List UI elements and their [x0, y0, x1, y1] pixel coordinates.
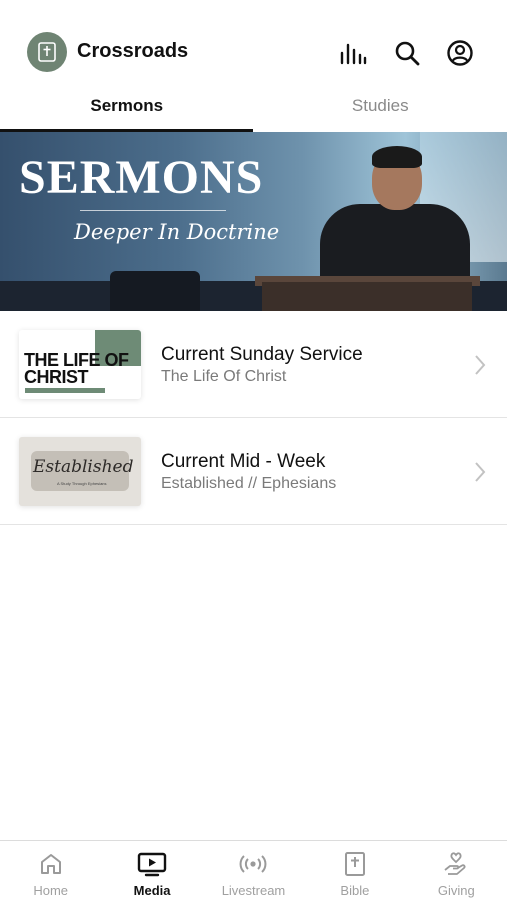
bottom-tab-bar: Home Media Livestream Bible Giving — [0, 840, 507, 900]
series-thumbnail: Established A Study Through Ephesians — [19, 437, 141, 506]
list-item-title: Current Sunday Service — [161, 344, 363, 365]
bible-logo-icon — [38, 42, 56, 62]
media-icon — [137, 852, 167, 877]
chevron-right-icon — [475, 355, 486, 375]
banner-subtitle: Deeper In Doctrine — [74, 220, 280, 244]
tabbar-item-bible[interactable]: Bible — [304, 841, 405, 900]
sermons-banner[interactable]: SERMONS Deeper In Doctrine — [0, 132, 507, 311]
banner-piano — [110, 271, 200, 311]
app-title: Crossroads — [77, 40, 189, 62]
livestream-icon — [240, 855, 267, 873]
sermon-list: THE LIFE OF CHRIST Current Sunday Servic… — [0, 311, 507, 525]
church-logo[interactable] — [27, 32, 67, 72]
series-thumbnail: THE LIFE OF CHRIST — [19, 330, 141, 399]
list-item[interactable]: Established A Study Through Ephesians Cu… — [0, 418, 507, 525]
list-item-subtitle: Established // Ephesians — [161, 475, 337, 492]
home-icon — [40, 854, 61, 874]
tab-sermons-label: Sermons — [90, 96, 164, 115]
tabbar-label: Bible — [340, 883, 370, 898]
bar-chart-icon[interactable] — [338, 38, 368, 68]
app-header: Crossroads — [0, 0, 507, 86]
giving-icon — [444, 852, 466, 875]
banner-title: SERMONS — [19, 151, 264, 204]
tabbar-label: Media — [133, 883, 171, 898]
tab-studies[interactable]: Studies — [254, 86, 507, 132]
list-item[interactable]: THE LIFE OF CHRIST Current Sunday Servic… — [0, 311, 507, 418]
tabbar-item-home[interactable]: Home — [0, 841, 101, 900]
tabbar-label: Giving — [437, 883, 475, 898]
tabbar-item-livestream[interactable]: Livestream — [203, 841, 304, 900]
tabbar-item-giving[interactable]: Giving — [406, 841, 507, 900]
banner-speaker-hair — [372, 146, 422, 168]
thumb-text: Established — [33, 457, 134, 477]
thumb-bar — [25, 388, 105, 393]
banner-pulpit — [262, 282, 472, 311]
tab-studies-label: Studies — [351, 96, 409, 115]
tabbar-label: Home — [33, 883, 69, 898]
list-item-subtitle: The Life Of Christ — [161, 368, 287, 385]
thumb-text: THE LIFE OF CHRIST — [24, 350, 129, 387]
tabbar-label: Livestream — [221, 883, 286, 898]
search-icon[interactable] — [392, 38, 422, 68]
tabbar-item-media[interactable]: Media — [101, 841, 202, 900]
account-icon[interactable] — [445, 38, 475, 68]
chevron-right-icon — [475, 462, 486, 482]
segment-tabs: Sermons Studies — [0, 86, 507, 132]
banner-divider — [80, 210, 226, 211]
thumb-small-text: A Study Through Ephesians — [57, 481, 107, 486]
list-item-title: Current Mid - Week — [161, 451, 326, 472]
tab-sermons[interactable]: Sermons — [0, 86, 254, 132]
bible-icon — [344, 852, 365, 876]
